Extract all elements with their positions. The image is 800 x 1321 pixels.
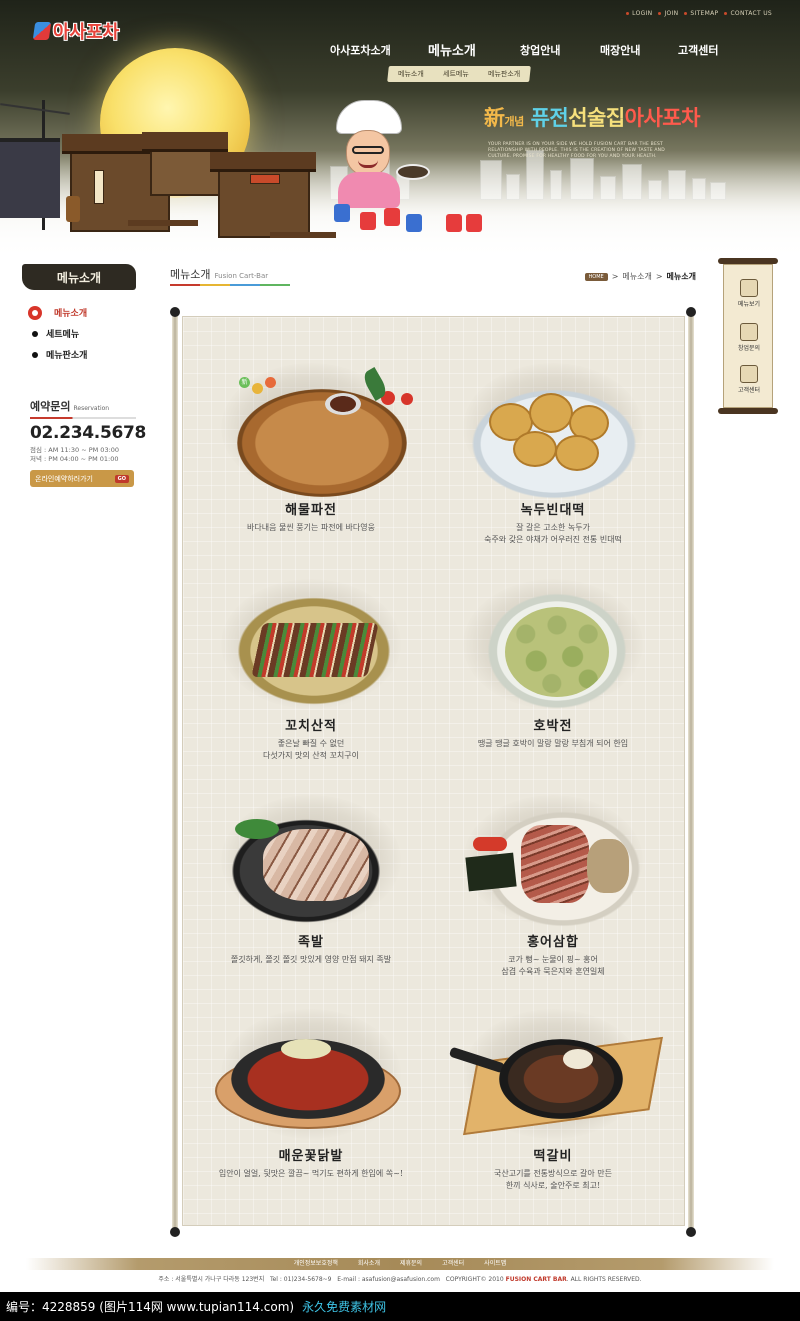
menu-item-name: 호박전 <box>533 719 573 734</box>
menu-item-desc: 잘 갈은 고소한 녹두가 숙주와 갖은 야채가 어우러진 전통 빈대떡 <box>484 523 622 544</box>
menu-item[interactable]: 호박전 땡글 땡글 호박이 말랑 말랑 부침개 되어 한입 <box>443 579 663 750</box>
scroll-rod-right <box>686 307 696 1237</box>
menu-item-desc: 땡글 땡글 호박이 말랑 말랑 부침개 되어 한입 <box>477 739 629 748</box>
active-bullet-icon <box>28 305 42 320</box>
menu-item-desc: 바다내음 물씬 풍기는 파전에 바다영웅 <box>247 523 375 532</box>
menu-panel: 新 해물파전 바다내음 물씬 풍기는 파전에 바다영웅 녹두빈대떡 잘 갈은 고… <box>182 316 685 1226</box>
sub-nav: 메뉴소개 세트메뉴 메뉴판소개 <box>387 66 531 82</box>
house-illustration <box>0 138 60 218</box>
menu-item-name: 해물파전 <box>285 503 337 518</box>
footer-link-support[interactable]: 고객센터 <box>442 1258 464 1270</box>
contact-link[interactable]: CONTACT US <box>722 10 772 17</box>
logo-icon <box>32 22 52 40</box>
food-bowl-illustration <box>396 164 430 180</box>
menu-item-desc: 입안이 얼얼, 뒷맛은 깔끔~ 먹기도 편하게 한입에 쏙~! <box>218 1169 404 1178</box>
join-link[interactable]: JOIN <box>656 10 678 17</box>
food-stall-illustration-2 <box>210 152 316 238</box>
menu-item-name: 매운꽃닭발 <box>278 1149 344 1164</box>
business-hours: 점심 : AM 11:30 ~ PM 03:00 저녁 : PM 04:00 ~… <box>30 446 120 463</box>
site-logo[interactable]: 아사포차 <box>32 18 119 44</box>
sidebar-title: 메뉴소개 <box>22 264 136 290</box>
nav-item-menu[interactable]: 메뉴소개 <box>428 40 476 59</box>
sub-nav-set[interactable]: 세트메뉴 <box>443 69 469 79</box>
breadcrumb: HOME > 메뉴소개 > 메뉴소개 <box>584 271 696 282</box>
menu-item-name: 홍어삼합 <box>527 935 579 950</box>
footer-info: 주소 : 서울특별시 가나구 다라동 123번지 Tel : 01)234-56… <box>158 1276 642 1283</box>
sitemap-link[interactable]: SITEMAP <box>682 10 718 17</box>
utility-nav: LOGIN JOIN SITEMAP CONTACT US <box>624 10 772 17</box>
slogan-subtext: YOUR PARTNER IS ON YOUR SIDE WE HOLD FUS… <box>488 142 665 159</box>
menu-item-name: 녹두빈대떡 <box>520 503 586 518</box>
sub-nav-board[interactable]: 메뉴판소개 <box>488 69 520 79</box>
bullet-icon <box>32 351 38 358</box>
stall-icon <box>740 323 758 341</box>
menu-item-desc: 좋은날 빠질 수 없던 다섯가지 맛의 산적 꼬치구이 <box>263 739 359 760</box>
menu-item[interactable]: 꼬치산적 좋은날 빠질 수 없던 다섯가지 맛의 산적 꼬치구이 <box>201 579 421 762</box>
online-reservation-button[interactable]: 온라인예약하러가기 GO <box>30 470 134 487</box>
nav-item-stores[interactable]: 매장안내 <box>600 42 640 58</box>
quick-menu-view[interactable]: 메뉴보기 <box>724 279 774 308</box>
menu-item-desc: 국산고기를 전통방식으로 갈아 만든 한끼 식사로, 술안주로 최고! <box>493 1169 613 1190</box>
flower-decoration <box>360 363 417 413</box>
page: 아사포차 LOGIN JOIN SITEMAP CONTACT US 아사포차소… <box>0 0 800 1321</box>
nav-item-about[interactable]: 아사포차소개 <box>330 42 391 58</box>
menu-item-desc: 쫄깃하게, 쫄깃 쫄깃 맛있게 영양 만점 돼지 족발 <box>230 955 392 964</box>
page-title: 메뉴소개 Fusion Cart-Bar <box>170 268 269 281</box>
sub-nav-menu[interactable]: 메뉴소개 <box>398 69 424 79</box>
breadcrumb-current: 메뉴소개 <box>666 272 696 281</box>
quick-support[interactable]: 고객센터 <box>724 365 774 394</box>
slogan: 新개념 퓨전선술집아사포차 <box>484 105 700 130</box>
login-link[interactable]: LOGIN <box>624 10 652 17</box>
reservation-phone: 02.234.5678 <box>30 423 147 443</box>
footer-link-privacy[interactable]: 개인정보보호정책 <box>294 1258 338 1270</box>
menu-item[interactable]: 족발 쫄깃하게, 쫄깃 쫄깃 맛있게 영양 만점 돼지 족발 <box>201 795 421 966</box>
menu-item[interactable]: 홍어삼합 코가 뻥~ 눈물이 핑~ 홍어 삼겹 수육과 묵은지와 혼연일체 <box>443 795 663 978</box>
header-banner: 아사포차 LOGIN JOIN SITEMAP CONTACT US 아사포차소… <box>0 0 800 258</box>
menu-item[interactable]: 매운꽃닭발 입안이 얼얼, 뒷맛은 깔끔~ 먹기도 편하게 한입에 쏙~! <box>201 1009 421 1180</box>
quick-franchise[interactable]: 창업문의 <box>724 323 774 352</box>
nav-item-support[interactable]: 고객센터 <box>678 42 718 58</box>
chef-illustration <box>330 100 410 210</box>
watermark-site: 永久免费素材网 <box>302 1300 387 1314</box>
menu-item-name: 꼬치산적 <box>285 719 337 734</box>
sidebar-menu: 메뉴소개 세트메뉴 메뉴판소개 <box>28 302 87 365</box>
breadcrumb-level1[interactable]: 메뉴소개 <box>622 271 651 282</box>
footer-links: 개인정보보호정책 회사소개 제휴문의 고객센터 사이트맵 <box>0 1258 800 1270</box>
footer-link-company[interactable]: 회사소개 <box>358 1258 380 1270</box>
quick-menu: 메뉴보기 창업문의 고객센터 <box>718 258 778 414</box>
new-badge: 新 <box>239 377 277 397</box>
scroll-rod-left <box>170 307 180 1237</box>
watermark-text: 编号：4228859 (图片114网 www.tupian114.com) <box>6 1300 295 1314</box>
nav-item-franchise[interactable]: 창업안내 <box>520 42 560 58</box>
sidebar-item-board[interactable]: 메뉴판소개 <box>32 344 87 365</box>
menu-item[interactable]: 떡갈비 국산고기를 전통방식으로 갈아 만든 한끼 식사로, 술안주로 최고! <box>443 1009 663 1192</box>
menu-item[interactable]: 녹두빈대떡 잘 갈은 고소한 녹두가 숙주와 갖은 야채가 어우러진 전통 빈대떡 <box>443 363 663 546</box>
main-nav: 아사포차소개 메뉴소개 창업안내 매장안내 고객센터 <box>0 42 800 62</box>
menu-item-name: 족발 <box>298 935 324 950</box>
footer-link-sitemap[interactable]: 사이트맵 <box>484 1258 506 1270</box>
reservation-heading: 예약문의 <box>30 400 71 413</box>
menu-item[interactable]: 新 해물파전 바다내음 물씬 풍기는 파전에 바다영웅 <box>201 363 421 534</box>
reservation-box: 예약문의 Reservation 02.234.5678 점심 : AM 11:… <box>30 398 147 487</box>
sidebar-item-menu[interactable]: 메뉴소개 <box>28 302 87 323</box>
watermark-bar: 编号：4228859 (图片114网 www.tupian114.com) 永久… <box>0 1292 800 1321</box>
bullet-icon <box>32 330 38 337</box>
sidebar-item-set[interactable]: 세트메뉴 <box>32 323 87 344</box>
footer-link-partnership[interactable]: 제휴문의 <box>400 1258 422 1270</box>
menu-item-name: 떡갈비 <box>533 1149 573 1164</box>
bottle-icon <box>740 279 758 297</box>
headset-icon <box>740 365 758 383</box>
menu-item-desc: 코가 뻥~ 눈물이 핑~ 홍어 삼겹 수육과 묵은지와 혼연일체 <box>501 955 605 976</box>
breadcrumb-home[interactable]: HOME <box>584 272 608 281</box>
